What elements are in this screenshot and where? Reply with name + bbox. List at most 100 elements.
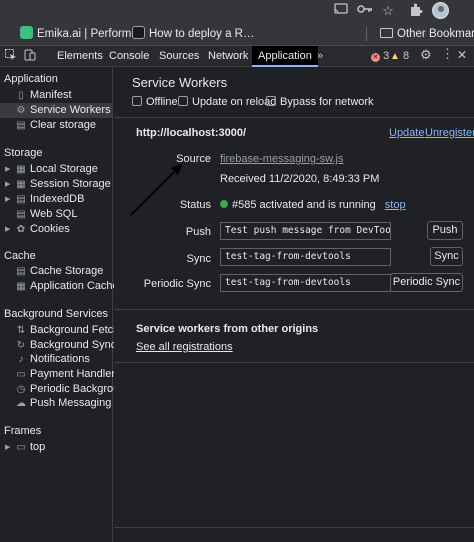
section-cache-title: Cache xyxy=(4,250,36,262)
checkbox-box xyxy=(178,96,188,106)
sidebar-item-periodic-background[interactable]: ◷ Periodic Background xyxy=(0,382,132,397)
fetch-arrows-icon: ⇅ xyxy=(16,325,26,336)
sync-button[interactable]: Sync xyxy=(430,247,463,266)
inspect-element-icon[interactable] xyxy=(5,49,17,65)
sidebar-item-local-storage[interactable]: ▶ ▦ Local Storage xyxy=(0,162,112,177)
tab-elements[interactable]: Elements xyxy=(51,46,109,66)
grid-icon: ▦ xyxy=(16,164,26,175)
unregister-link[interactable]: Unregister xyxy=(425,127,474,139)
sidebar-item-manifest[interactable]: ▯ Manifest xyxy=(0,88,112,103)
profile-avatar[interactable] xyxy=(432,2,449,19)
other-bookmarks[interactable]: Other Bookmarks xyxy=(380,26,474,42)
bookmarks-bar: Emika.ai | Perform… How to deploy a R… O… xyxy=(0,22,474,46)
expand-arrow-icon[interactable]: ▶ xyxy=(5,162,10,177)
update-link[interactable]: Update xyxy=(389,127,424,139)
sidebar-item-payment-handler[interactable]: ▭ Payment Handler xyxy=(0,367,115,382)
source-label: Source xyxy=(176,153,211,165)
frame-icon: ▭ xyxy=(16,442,26,453)
clock-icon: ◷ xyxy=(16,384,26,395)
source-link[interactable]: firebase-messaging-sw.js xyxy=(220,153,344,165)
gear-icon: ⚙ xyxy=(16,105,26,116)
bypass-for-network-checkbox[interactable]: Bypass for network xyxy=(266,96,374,109)
section-storage-title: Storage xyxy=(4,147,43,159)
warning-count-badge[interactable]: ▲ 8 xyxy=(390,49,409,64)
expand-arrow-icon[interactable]: ▶ xyxy=(5,192,10,207)
received-timestamp: Received 11/2/2020, 8:49:33 PM xyxy=(220,173,380,185)
sync-icon: ↻ xyxy=(16,340,26,351)
periodic-sync-button[interactable]: Periodic Sync xyxy=(390,273,463,292)
database-icon: ▤ xyxy=(16,209,26,220)
star-icon[interactable]: ☆ xyxy=(380,3,396,19)
key-icon[interactable] xyxy=(357,3,373,19)
bookmark-emika[interactable]: Emika.ai | Perform… xyxy=(20,26,143,42)
database-icon: ▤ xyxy=(16,194,26,205)
divider xyxy=(114,117,474,118)
other-origins-title: Service workers from other origins xyxy=(136,323,319,335)
sidebar-item-cookies[interactable]: ▶ ✿ Cookies xyxy=(0,222,112,237)
bookmark-deploy[interactable]: How to deploy a R… xyxy=(132,26,254,42)
status-value: #585 activated and is running stop xyxy=(220,199,406,211)
stop-link[interactable]: stop xyxy=(385,199,406,211)
bookmarks-divider xyxy=(366,27,367,41)
more-options-icon[interactable]: ⋮ xyxy=(441,47,454,61)
sidebar-item-service-workers[interactable]: ⚙ Service Workers xyxy=(0,103,112,118)
sidebar-item-push-messaging[interactable]: ☁ Push Messaging xyxy=(0,396,112,411)
application-sidebar: Application ▯ Manifest ⚙ Service Workers… xyxy=(0,67,132,542)
cookie-icon: ✿ xyxy=(16,224,26,235)
divider xyxy=(114,527,474,528)
status-label: Status xyxy=(179,199,211,211)
sync-label: Sync xyxy=(186,253,211,265)
tab-application[interactable]: Application xyxy=(252,46,318,67)
sidebar-item-indexeddb[interactable]: ▶ ▤ IndexedDB xyxy=(0,192,112,207)
sidebar-item-session-storage[interactable]: ▶ ▦ Session Storage xyxy=(0,177,112,192)
expand-arrow-icon[interactable]: ▶ xyxy=(5,177,10,192)
cast-icon[interactable] xyxy=(333,3,349,19)
sidebar-item-frame-top[interactable]: ▶ ▭ top xyxy=(0,440,112,455)
sidebar-item-web-sql[interactable]: ▤ Web SQL xyxy=(0,207,112,222)
settings-gear-icon[interactable]: ⚙ xyxy=(420,48,432,62)
extensions-icon[interactable] xyxy=(408,3,424,19)
folder-icon xyxy=(380,28,393,38)
tab-console[interactable]: Console xyxy=(103,46,155,66)
warning-icon: ▲ xyxy=(390,51,400,62)
error-icon: ✕ xyxy=(371,53,380,62)
sync-input[interactable]: test-tag-from-devtools xyxy=(220,248,391,266)
page-title: Service Workers xyxy=(132,75,228,90)
push-button[interactable]: Push xyxy=(427,221,463,240)
sidebar-item-notifications[interactable]: ♪ Notifications xyxy=(0,352,112,367)
database-icon: ▤ xyxy=(16,266,26,277)
more-tabs-button[interactable]: » xyxy=(317,49,323,63)
expand-arrow-icon[interactable]: ▶ xyxy=(5,222,10,237)
expand-arrow-icon[interactable]: ▶ xyxy=(5,440,10,455)
periodic-sync-input[interactable]: test-tag-from-devtools xyxy=(220,274,391,292)
section-frames-title: Frames xyxy=(4,425,42,437)
service-workers-panel: Service Workers Offline Update on reload… xyxy=(114,67,474,542)
sidebar-item-application-cache[interactable]: ▦ Application Cache xyxy=(0,279,118,294)
update-on-reload-checkbox[interactable]: Update on reload xyxy=(178,96,276,109)
database-icon: ▤ xyxy=(16,120,26,131)
emika-favicon-icon xyxy=(20,26,33,39)
bell-icon: ♪ xyxy=(18,354,24,365)
tab-network[interactable]: Network xyxy=(202,46,254,66)
push-input[interactable]: Test push message from DevTools. xyxy=(220,222,391,240)
sidebar-item-background-sync[interactable]: ↻ Background Sync xyxy=(0,338,116,353)
browser-toolbar: ☆ xyxy=(0,0,474,22)
cloud-icon: ☁ xyxy=(16,398,26,409)
device-toolbar-icon[interactable] xyxy=(24,49,36,65)
grid-icon: ▦ xyxy=(16,179,26,190)
sidebar-item-background-fetch[interactable]: ⇅ Background Fetch xyxy=(0,323,119,338)
offline-checkbox[interactable]: Offline xyxy=(132,96,178,109)
tab-sources[interactable]: Sources xyxy=(153,46,205,66)
close-devtools-icon[interactable]: ✕ xyxy=(457,48,467,62)
sidebar-item-cache-storage[interactable]: ▤ Cache Storage xyxy=(0,264,112,279)
see-all-registrations-link[interactable]: See all registrations xyxy=(136,341,233,353)
manifest-file-icon: ▯ xyxy=(18,90,24,101)
periodic-sync-label: Periodic Sync xyxy=(143,278,211,290)
section-application-title: Application xyxy=(4,73,58,85)
error-count-badge[interactable]: ✕ 3 xyxy=(371,49,389,63)
checkbox-box xyxy=(132,96,142,106)
card-icon: ▭ xyxy=(16,369,26,380)
sidebar-item-clear-storage[interactable]: ▤ Clear storage xyxy=(0,118,112,133)
devtools-tabbar: Elements Console Sources Network Applica… xyxy=(0,46,474,67)
worker-origin: http://localhost:3000/ xyxy=(136,127,247,139)
